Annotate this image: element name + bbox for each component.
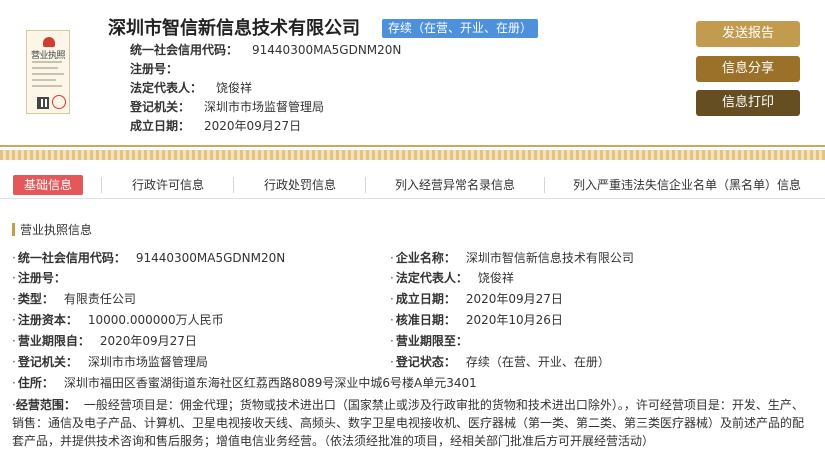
bullet-icon: · (12, 355, 16, 369)
field-capital: · 注册资本： 10000.000000万人民币 (12, 310, 224, 330)
official-stamp-icon (52, 95, 66, 109)
section-title: 营业执照信息 (12, 222, 92, 238)
field-value: 深圳市市场监督管理局 (87, 355, 208, 369)
bullet-icon: · (390, 271, 394, 285)
field-label: 注册号： (17, 271, 66, 285)
field-label: 企业名称： (395, 251, 456, 265)
header-info-row: 成立日期： 2020年09月27日 (130, 117, 401, 136)
field-approval-date: · 核准日期： 2020年10月26日 (390, 310, 563, 330)
status-badge: 存续（在营、开业、在册） (382, 19, 539, 38)
field-business-scope: ·经营范围： 一般经营项目是：佣金代理；货物或技术进出口（国家禁止或涉及行政审批的… (12, 396, 814, 450)
founded-date-label: 成立日期： (130, 119, 191, 133)
header-info-list: 统一社会信用代码： 91440300MA5GDNM20N 注册号： 法定代表人： 饶… (130, 41, 401, 136)
field-value: 2020年09月27日 (465, 292, 563, 306)
field-value: 深圳市智信新信息技术有限公司 (465, 251, 634, 265)
qr-code-icon (37, 97, 49, 109)
bullet-icon: · (390, 292, 394, 306)
bullet-icon: · (390, 334, 394, 348)
credit-code-value: 91440300MA5GDNM20N (252, 43, 402, 57)
bullet-icon: · (12, 271, 16, 285)
tab-admin-license[interactable]: 行政许可信息 (132, 175, 204, 195)
reg-authority-label: 登记机关： (130, 100, 191, 114)
field-founded-date: · 成立日期： 2020年09月27日 (390, 289, 563, 309)
reg-authority-value: 深圳市市场监督管理局 (204, 100, 325, 114)
field-legal-rep: · 法定代表人： 饶俊祥 (390, 268, 514, 288)
field-value: 一般经营项目是：佣金代理；货物或技术进出口（国家禁止或涉及行政审批的货物和技术进… (12, 398, 805, 448)
national-emblem-icon (43, 37, 55, 47)
business-license-thumbnail: 营业执照 (26, 30, 70, 114)
tab-basic-info[interactable]: 基础信息 (13, 175, 84, 195)
license-text-line (32, 67, 58, 69)
founded-date-value: 2020年09月27日 (204, 119, 302, 133)
tab-separator (233, 177, 234, 193)
info-tabs: 基础信息 行政许可信息 行政处罚信息 列入经营异常名录信息 列入严重违法失信企业… (0, 171, 825, 199)
legal-rep-value: 饶俊祥 (216, 81, 253, 95)
field-value: 深圳市福田区香蜜湖街道东海社区红荔西路8089号深业中城6号楼A单元3401 (63, 376, 477, 390)
field-label: 统一社会信用代码： (17, 251, 126, 265)
bullet-icon: · (390, 355, 394, 369)
field-authority: · 登记机关： 深圳市市场监督管理局 (12, 352, 208, 372)
field-reg-number: · 注册号： (12, 268, 76, 288)
bullet-icon: · (12, 292, 16, 306)
section-title-text: 营业执照信息 (20, 223, 93, 237)
field-label: 注册资本： (17, 313, 78, 327)
section-marker (12, 223, 15, 236)
tab-admin-penalty[interactable]: 行政处罚信息 (264, 175, 336, 195)
bullet-icon: · (12, 376, 16, 390)
field-label: 营业期限自： (17, 334, 90, 348)
field-label: 成立日期： (395, 292, 456, 306)
field-reg-status: · 登记状态： 存续（在营、开业、在册） (390, 352, 610, 372)
header-info-row: 统一社会信用代码： 91440300MA5GDNM20N (130, 41, 401, 60)
field-value: 存续（在营、开业、在册） (465, 355, 610, 369)
field-value: 2020年10月26日 (465, 313, 563, 327)
license-text-line (32, 79, 56, 81)
tab-separator (544, 177, 545, 193)
field-label: 核准日期： (395, 313, 456, 327)
tab-separator (101, 177, 102, 193)
field-value: 10000.000000万人民币 (87, 313, 224, 327)
license-text-line (32, 73, 64, 75)
license-text-line (32, 61, 62, 63)
field-address: · 住所： 深圳市福田区香蜜湖街道东海社区红荔西路8089号深业中城6号楼A单元34… (12, 373, 477, 393)
print-info-button[interactable]: 信息打印 (696, 90, 800, 116)
legal-rep-label: 法定代表人： (130, 81, 203, 95)
header-info-row: 注册号： (130, 60, 401, 79)
credit-code-label: 统一社会信用代码： (130, 43, 239, 57)
tab-separator (365, 177, 366, 193)
header-divider (0, 145, 825, 147)
reg-number-label: 注册号： (130, 62, 179, 76)
field-term-to: · 营业期限至： (390, 331, 478, 351)
field-value: 有限责任公司 (63, 292, 136, 306)
bullet-icon: · (12, 334, 16, 348)
field-company-name: · 企业名称： 深圳市智信新信息技术有限公司 (390, 248, 634, 268)
field-label: 营业期限至： (395, 334, 468, 348)
field-label: 登记状态： (395, 355, 456, 369)
header-info-row: 登记机关： 深圳市市场监督管理局 (130, 98, 401, 117)
company-name: 深圳市智信新信息技术有限公司 (108, 18, 360, 39)
license-thumbnail-title: 营业执照 (30, 51, 66, 61)
field-type: · 类型： 有限责任公司 (12, 289, 136, 309)
field-label: 法定代表人： (395, 271, 468, 285)
field-label: 经营范围： (15, 398, 76, 412)
bullet-icon: · (12, 313, 16, 327)
header-info-row: 法定代表人： 饶俊祥 (130, 79, 401, 98)
bullet-icon: · (390, 313, 394, 327)
field-value: 饶俊祥 (477, 271, 514, 285)
field-credit-code: · 统一社会信用代码： 91440300MA5GDNM20N (12, 248, 285, 268)
company-header: 营业执照 深圳市智信新信息技术有限公司 存续（在营、开业、在册） 统一社会信用代… (0, 0, 825, 145)
send-report-button[interactable]: 发送报告 (696, 21, 800, 47)
field-label: 登记机关： (17, 355, 78, 369)
field-term-from: · 营业期限自： 2020年09月27日 (12, 331, 197, 351)
field-value: 2020年09月27日 (99, 334, 197, 348)
field-value: 91440300MA5GDNM20N (135, 251, 286, 265)
bullet-icon: · (12, 251, 16, 265)
license-text-line (32, 85, 62, 87)
tab-abnormal-list[interactable]: 列入经营异常名录信息 (395, 175, 515, 195)
bullet-icon: · (390, 251, 394, 265)
share-info-button[interactable]: 信息分享 (696, 56, 800, 82)
field-label: 住所： (17, 376, 54, 390)
field-label: 类型： (17, 292, 54, 306)
tab-blacklist[interactable]: 列入严重违法失信企业名单（黑名单）信息 (573, 175, 801, 195)
decorative-pattern-band (0, 150, 825, 160)
